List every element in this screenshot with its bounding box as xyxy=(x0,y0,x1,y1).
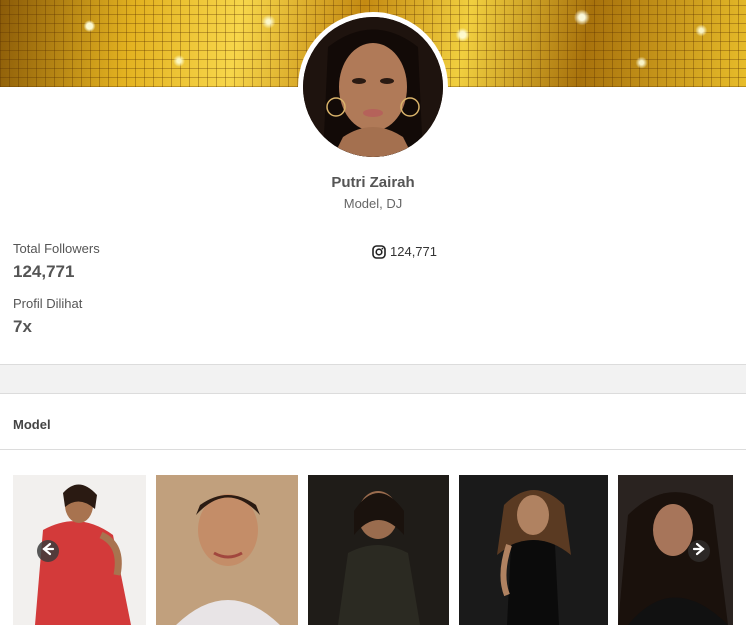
views-label: Profil Dilihat xyxy=(13,296,83,311)
divider xyxy=(0,449,746,450)
instagram-count: 124,771 xyxy=(390,244,437,259)
instagram-icon xyxy=(372,244,386,259)
instagram-followers[interactable]: 124,771 xyxy=(372,244,437,259)
gallery-photo-1[interactable] xyxy=(13,475,146,625)
section-spacer xyxy=(0,365,746,393)
profile-role: Model, DJ xyxy=(343,196,403,211)
avatar[interactable] xyxy=(303,17,443,157)
gallery-photo-4[interactable] xyxy=(459,475,608,625)
divider xyxy=(0,393,746,394)
arrow-right-icon xyxy=(692,542,706,561)
views-value: 7x xyxy=(13,317,32,336)
gallery-prev-button[interactable] xyxy=(37,540,59,562)
gallery-next-button[interactable] xyxy=(688,540,710,562)
followers-value: 124,771 xyxy=(13,262,75,281)
arrow-left-icon xyxy=(41,542,55,561)
gallery-photo-3[interactable] xyxy=(308,475,449,625)
gallery-photo-5[interactable] xyxy=(618,475,733,625)
profile-name: Putri Zairah xyxy=(331,174,415,191)
followers-label: Total Followers xyxy=(13,241,100,256)
section-title: Model xyxy=(13,417,51,432)
gallery-photo-2[interactable] xyxy=(156,475,298,625)
